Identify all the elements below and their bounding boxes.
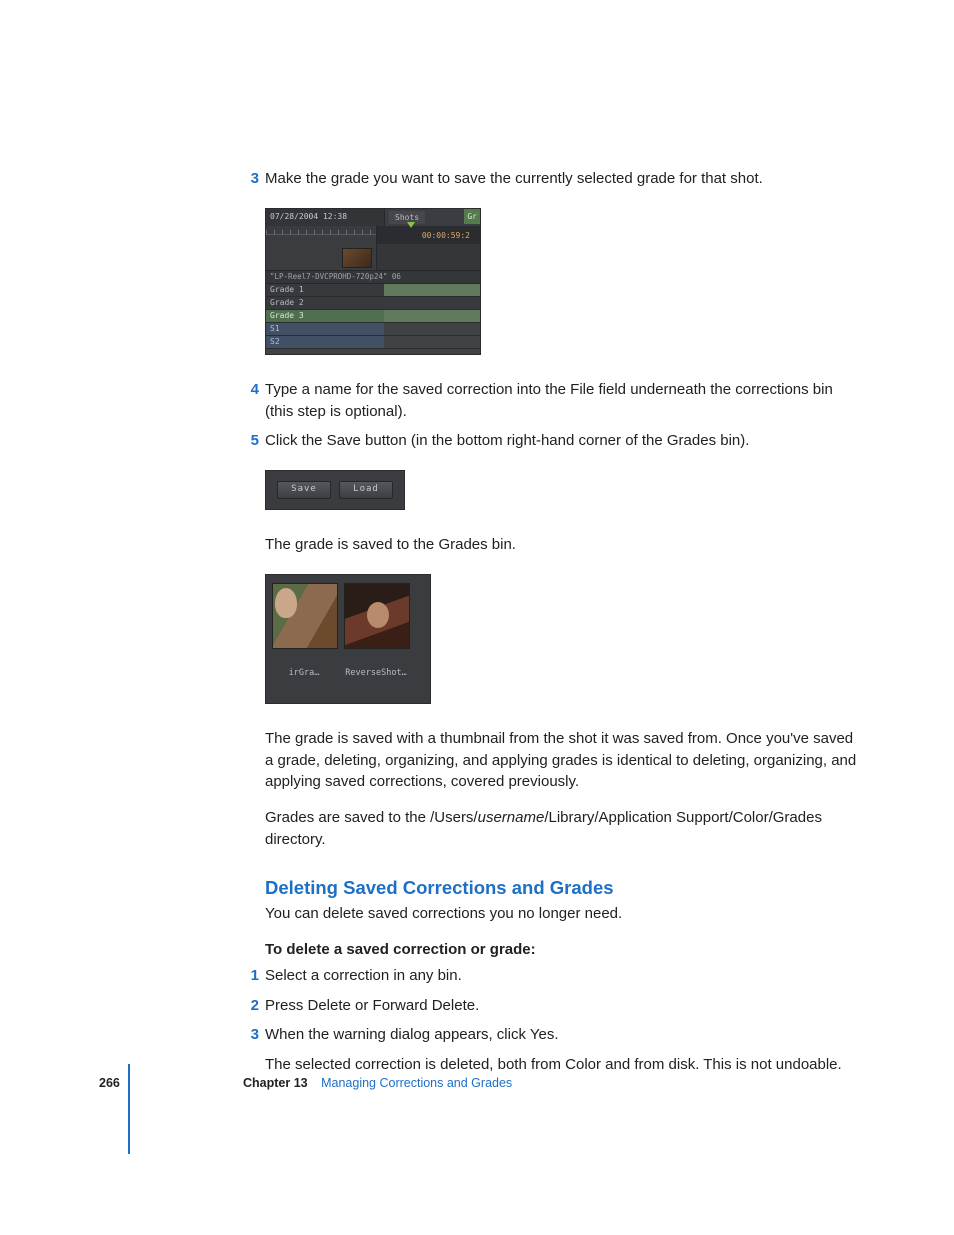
- secondary-row-2: S2: [266, 336, 480, 349]
- load-button: Load: [339, 481, 393, 499]
- step-number: 1: [241, 965, 259, 987]
- figure-timeline: 07/28/2004 12:38 Shots Gr 00:00:59:2: [265, 208, 865, 355]
- figure-save-load: Save Load: [265, 470, 865, 510]
- paragraph: The grade is saved with a thumbnail from…: [265, 728, 865, 793]
- chapter-label: Chapter 13: [243, 1076, 308, 1090]
- timeline-tabs: Shots Gr: [385, 209, 480, 226]
- step-number: 3: [241, 1024, 259, 1046]
- save-button: Save: [277, 481, 331, 499]
- step-text: Select a correction in any bin.: [265, 965, 865, 987]
- paragraph: The grade is saved to the Grades bin.: [265, 534, 865, 556]
- timeline-timestamp: 07/28/2004 12:38: [266, 209, 385, 226]
- procedure-heading: To delete a saved correction or grade:: [265, 939, 865, 961]
- section-heading: Deleting Saved Corrections and Grades: [265, 875, 865, 902]
- step-4: 4 Type a name for the saved correction i…: [265, 379, 865, 423]
- step-3: 3 Make the grade you want to save the cu…: [265, 168, 865, 190]
- path-username: username: [478, 809, 545, 826]
- delete-step-3: 3 When the warning dialog appears, click…: [265, 1024, 865, 1046]
- path-text-a: Grades are saved to the /Users/: [265, 809, 478, 826]
- step-text: Type a name for the saved correction int…: [265, 379, 865, 423]
- save-load-panel: Save Load: [265, 470, 405, 510]
- paragraph-final: The selected correction is deleted, both…: [265, 1054, 865, 1076]
- paragraph-path: Grades are saved to the /Users/username/…: [265, 807, 865, 851]
- step-number: 3: [241, 168, 259, 190]
- thumbnail-label: irGra…: [272, 667, 336, 679]
- timeline-panel: 07/28/2004 12:38 Shots Gr 00:00:59:2: [265, 208, 481, 355]
- timeline-thumb-row: [266, 244, 480, 270]
- step-text: When the warning dialog appears, click Y…: [265, 1024, 865, 1046]
- grade-thumbnail-1: irGra…: [272, 583, 336, 679]
- playhead-icon: [407, 222, 415, 228]
- grade-label: Grade 1: [266, 284, 384, 296]
- section-intro: You can delete saved corrections you no …: [265, 903, 865, 925]
- page: 3 Make the grade you want to save the cu…: [0, 0, 954, 1235]
- thumbnail-image: [344, 583, 410, 649]
- secondary-label: S1: [266, 323, 384, 335]
- step-text: Press Delete or Forward Delete.: [265, 995, 865, 1017]
- figure-grades-bin: irGra… ReverseShot…: [265, 574, 865, 704]
- grade-row-1: Grade 1: [266, 284, 480, 297]
- thumbnail-image: [272, 583, 338, 649]
- content-area: 3 Make the grade you want to save the cu…: [265, 168, 865, 1090]
- step-text: Make the grade you want to save the curr…: [265, 168, 865, 190]
- clip-thumbnail: [342, 248, 372, 268]
- step-number: 4: [241, 379, 259, 401]
- chapter-ref: Chapter 13 Managing Corrections and Grad…: [243, 1074, 512, 1092]
- grade-row-3-selected: Grade 3: [266, 310, 480, 323]
- clip-name: "LP-Reel7-DVCPROHD-720p24" 06: [266, 270, 480, 284]
- step-number: 5: [241, 430, 259, 452]
- timecode: 00:00:59:2: [422, 230, 470, 242]
- timeline-header: 07/28/2004 12:38 Shots Gr: [266, 209, 480, 226]
- chapter-title: Managing Corrections and Grades: [321, 1076, 512, 1090]
- timeline-ruler: 00:00:59:2: [266, 226, 480, 244]
- grade-label: Grade 3: [266, 310, 384, 322]
- grades-bin-panel: irGra… ReverseShot…: [265, 574, 431, 704]
- delete-step-1: 1 Select a correction in any bin.: [265, 965, 865, 987]
- margin-rule: [128, 1064, 130, 1154]
- secondary-label: S2: [266, 336, 384, 348]
- secondary-row-1: S1: [266, 323, 480, 336]
- step-number: 2: [241, 995, 259, 1017]
- tab-grades: Gr: [464, 209, 480, 225]
- delete-step-2: 2 Press Delete or Forward Delete.: [265, 995, 865, 1017]
- page-number: 266: [99, 1074, 120, 1092]
- grade-row-2: Grade 2: [266, 297, 480, 310]
- grade-thumbnail-2: ReverseShot…: [344, 583, 408, 679]
- grade-label: Grade 2: [266, 297, 384, 309]
- step-5: 5 Click the Save button (in the bottom r…: [265, 430, 865, 452]
- thumbnail-label: ReverseShot…: [344, 667, 408, 679]
- step-text: Click the Save button (in the bottom rig…: [265, 430, 865, 452]
